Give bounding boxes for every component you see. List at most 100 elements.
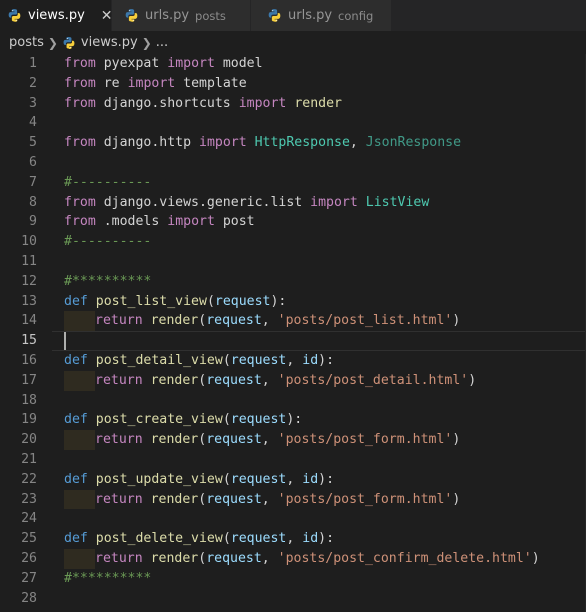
code-line[interactable]: 19 def post_create_view(request): — [0, 410, 586, 430]
code-line[interactable]: 10 #---------- — [0, 232, 586, 252]
breadcrumb: posts ❯ views.py ❯ ... — [0, 31, 586, 54]
close-icon[interactable]: ✕ — [101, 8, 113, 24]
line-text: return render(request, 'posts/post_list.… — [64, 311, 460, 332]
code-token: return — [95, 491, 143, 507]
line-number: 14 — [21, 313, 37, 329]
line-number: 7 — [29, 174, 37, 190]
code-line[interactable]: 28 — [0, 589, 586, 609]
code-token: def — [64, 531, 88, 547]
code-line[interactable]: 27 #********** — [0, 569, 586, 589]
code-line[interactable]: 7 #---------- — [0, 173, 586, 193]
code-line[interactable]: 16 def post_detail_view(request, id): — [0, 351, 586, 371]
breadcrumb-file[interactable]: views.py — [81, 35, 138, 50]
code-area[interactable]: 1 from pyexpat import model 2 from re impor… — [0, 54, 586, 608]
code-line[interactable]: 24 — [0, 509, 586, 529]
code-line[interactable]: 4 — [0, 113, 586, 133]
code-line[interactable]: 13 def post_list_view(request): — [0, 292, 586, 312]
python-icon — [8, 9, 21, 22]
code-token: ): — [318, 471, 335, 487]
code-token: JsonResponse — [365, 135, 462, 151]
line-text: #********** — [64, 272, 151, 292]
tab-views-py[interactable]: views.py ✕ — [0, 0, 113, 31]
code-token: def — [64, 412, 88, 428]
code-line[interactable]: 5 from django.http import HttpResponse, J… — [0, 133, 586, 153]
code-token: import — [127, 75, 176, 91]
code-line[interactable]: 15 — [0, 331, 586, 351]
code-token: from — [64, 214, 96, 230]
code-token: ( — [198, 372, 207, 388]
code-token: ) — [531, 550, 540, 566]
code-token: return — [95, 550, 143, 566]
code-token: from — [64, 194, 96, 210]
code-line[interactable]: 25 def post_delete_view(request, id): — [0, 529, 586, 549]
code-token: id — [302, 471, 319, 487]
code-line[interactable]: 9 from .models import post — [0, 212, 586, 232]
code-line[interactable]: 22 def post_update_view(request, id): — [0, 470, 586, 490]
code-line[interactable]: 3 from django.shortcuts import render — [0, 94, 586, 114]
code-line[interactable]: 8 from django.views.generic.list import L… — [0, 193, 586, 213]
code-token: ( — [198, 491, 207, 507]
code-token: ): — [270, 293, 287, 309]
line-text: from .models import post — [64, 212, 255, 232]
code-line[interactable]: 18 — [0, 391, 586, 411]
code-token: model — [222, 56, 263, 71]
code-token: request — [230, 352, 287, 368]
code-token: import — [238, 95, 287, 111]
code-token: request — [206, 313, 262, 329]
code-token: id — [302, 531, 319, 547]
code-token: request — [206, 372, 262, 388]
code-line[interactable]: 23 return render(request, 'posts/post_for… — [0, 489, 586, 510]
code-token: request — [230, 531, 287, 547]
line-text: def post_list_view(request): — [64, 292, 286, 312]
breadcrumb-folder[interactable]: posts — [9, 35, 44, 50]
line-text: def post_update_view(request, id): — [64, 470, 334, 490]
line-text: from django.views.generic.list import Li… — [64, 193, 429, 213]
code-token: 'posts/post_detail.html' — [277, 372, 469, 388]
breadcrumb-more[interactable]: ... — [156, 35, 168, 50]
python-icon — [63, 36, 75, 49]
code-token: post_list_view — [95, 293, 207, 309]
code-line[interactable]: 21 — [0, 450, 586, 470]
code-token: , — [261, 313, 278, 329]
code-token: #********** — [64, 570, 152, 586]
code-line[interactable]: 20 return render(request, 'posts/post_for… — [0, 430, 586, 450]
chevron-right-icon: ❯ — [47, 35, 58, 50]
code-token: , — [261, 372, 278, 388]
line-text: from django.shortcuts import render — [64, 94, 342, 114]
code-token: post_update_view — [95, 471, 223, 487]
code-token: HttpResponse — [254, 135, 350, 151]
tab-urls-py-posts[interactable]: urls.py posts — [112, 0, 251, 31]
code-line[interactable]: 1 from pyexpat import model — [0, 54, 586, 74]
code-line[interactable]: 14 return render(request, 'posts/post_lis… — [0, 311, 586, 332]
code-line[interactable]: 2 from re import template — [0, 74, 586, 94]
code-line[interactable]: 6 — [0, 153, 586, 173]
code-token: render — [150, 313, 199, 329]
code-token: ) — [452, 491, 461, 507]
code-line[interactable]: 12 #********** — [0, 272, 586, 292]
code-token: 'posts/post_list.html' — [277, 313, 453, 329]
code-token: id — [302, 352, 319, 368]
code-token: from — [64, 95, 96, 111]
code-token: 'posts/post_form.html' — [277, 432, 453, 448]
code-line[interactable]: 17 return render(request, 'posts/post_det… — [0, 370, 586, 391]
tab-description: config — [338, 8, 374, 23]
text-cursor — [64, 332, 66, 351]
code-line[interactable]: 11 — [0, 252, 586, 272]
line-number: 10 — [21, 234, 37, 250]
code-token: .models — [103, 214, 160, 230]
tab-urls-py-config[interactable]: urls.py config — [251, 0, 392, 31]
code-token: import — [167, 56, 215, 71]
code-token: ( — [222, 531, 231, 547]
code-line[interactable]: 26 return render(request, 'posts/post_con… — [0, 548, 586, 569]
code-token: , — [261, 550, 278, 566]
